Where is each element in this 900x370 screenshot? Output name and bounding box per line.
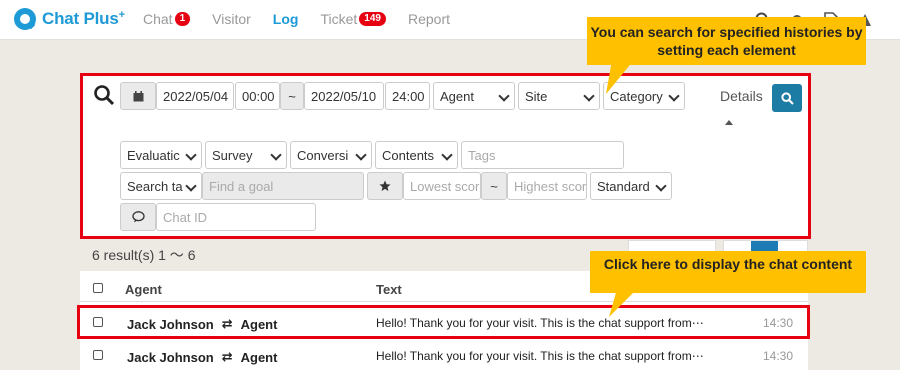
start-time-input[interactable]: 00:00 bbox=[235, 82, 280, 110]
star-icon bbox=[379, 180, 391, 191]
highest-score-input[interactable]: Highest score bbox=[507, 172, 587, 200]
tags-input[interactable]: Tags bbox=[461, 141, 624, 169]
logo[interactable]: Chat Plus+ bbox=[14, 7, 125, 31]
callout-search-tip: You can search for specified histories b… bbox=[587, 17, 866, 65]
chat-plus-logo-icon bbox=[14, 8, 36, 30]
results-summary: 6 result(s) 1 ～ 6 bbox=[92, 247, 196, 263]
callout-row-tip: Click here to display the chat content bbox=[590, 251, 866, 293]
search-button[interactable] bbox=[772, 84, 802, 112]
chevron-down-icon bbox=[498, 90, 510, 102]
evaluation-select[interactable]: Evaluatic bbox=[120, 141, 202, 169]
swap-arrows-icon: ⇄ bbox=[221, 316, 233, 331]
nav-report[interactable]: Report bbox=[408, 11, 450, 27]
ticket-count-badge: 149 bbox=[359, 12, 386, 26]
row-agent: Jack Johnson ⇄ Agent bbox=[127, 349, 278, 365]
callout-search-pointer bbox=[606, 60, 634, 94]
caret-up-icon[interactable] bbox=[725, 120, 733, 125]
chevron-down-icon bbox=[270, 149, 282, 161]
contents-select[interactable]: Contents bbox=[375, 141, 458, 169]
main-nav: Chat 1 Visitor Log Ticket 149 Report bbox=[143, 11, 472, 27]
chat-bubble-icon bbox=[131, 211, 145, 223]
chevron-down-icon bbox=[655, 180, 667, 192]
chevron-down-icon bbox=[185, 149, 197, 161]
row-text: Hello! Thank you for your visit. This is… bbox=[376, 316, 704, 330]
chat-id-input[interactable]: Chat ID bbox=[156, 203, 316, 231]
chat-id-label bbox=[120, 203, 156, 231]
select-all-checkbox[interactable] bbox=[93, 283, 103, 293]
goal-input[interactable]: Find a goal bbox=[202, 172, 364, 200]
lowest-score-input[interactable]: Lowest score bbox=[403, 172, 481, 200]
score-label bbox=[367, 172, 403, 200]
table-row[interactable]: Jack Johnson ⇄ Agent Hello! Thank you fo… bbox=[80, 306, 808, 339]
date-range-separator: ~ bbox=[280, 82, 304, 110]
search-target-select[interactable]: Search ta bbox=[120, 172, 202, 200]
row-agent: Jack Johnson ⇄ Agent bbox=[127, 316, 278, 332]
search-icon bbox=[94, 85, 115, 106]
row-time: 14:30 bbox=[763, 349, 794, 363]
row-text: Hello! Thank you for your visit. This is… bbox=[376, 349, 704, 363]
calendar-button[interactable] bbox=[120, 82, 156, 110]
chevron-down-icon bbox=[668, 90, 680, 102]
nav-chat[interactable]: Chat 1 bbox=[143, 11, 191, 27]
start-date-input[interactable]: 2022/05/04 bbox=[156, 82, 234, 110]
chevron-down-icon bbox=[583, 90, 595, 102]
score-range-separator: ~ bbox=[481, 172, 507, 200]
row-checkbox[interactable] bbox=[93, 317, 103, 327]
nav-ticket[interactable]: Ticket 149 bbox=[320, 11, 386, 27]
survey-select[interactable]: Survey bbox=[205, 141, 287, 169]
chevron-down-icon bbox=[355, 149, 367, 161]
agent-select[interactable]: Agent bbox=[433, 82, 515, 110]
end-time-input[interactable]: 24:00 bbox=[385, 82, 430, 110]
search-icon bbox=[780, 91, 794, 105]
chevron-down-icon bbox=[441, 149, 453, 161]
chevron-down-icon bbox=[185, 180, 197, 192]
calendar-icon bbox=[133, 90, 143, 101]
details-toggle[interactable]: Details bbox=[720, 88, 763, 104]
log-search-panel: 2022/05/04 00:00 ~ 2022/05/10 24:00 Agen… bbox=[80, 73, 811, 239]
conversion-select[interactable]: Conversi bbox=[290, 141, 372, 169]
chat-count-badge: 1 bbox=[174, 12, 191, 26]
row-checkbox[interactable] bbox=[93, 350, 103, 360]
site-select[interactable]: Site bbox=[518, 82, 600, 110]
score-mode-select[interactable]: Standard bbox=[590, 172, 672, 200]
table-row[interactable]: Jack Johnson ⇄ Agent Hello! Thank you fo… bbox=[80, 339, 808, 370]
nav-visitor[interactable]: Visitor bbox=[212, 11, 251, 27]
row-time: 14:30 bbox=[763, 316, 794, 330]
header-text: Text bbox=[376, 282, 402, 297]
header-agent: Agent bbox=[125, 282, 162, 297]
nav-log[interactable]: Log bbox=[273, 11, 299, 27]
end-date-input[interactable]: 2022/05/10 bbox=[304, 82, 384, 110]
logo-text: Chat Plus+ bbox=[42, 9, 125, 28]
callout-row-pointer bbox=[609, 289, 637, 317]
swap-arrows-icon: ⇄ bbox=[221, 349, 233, 364]
